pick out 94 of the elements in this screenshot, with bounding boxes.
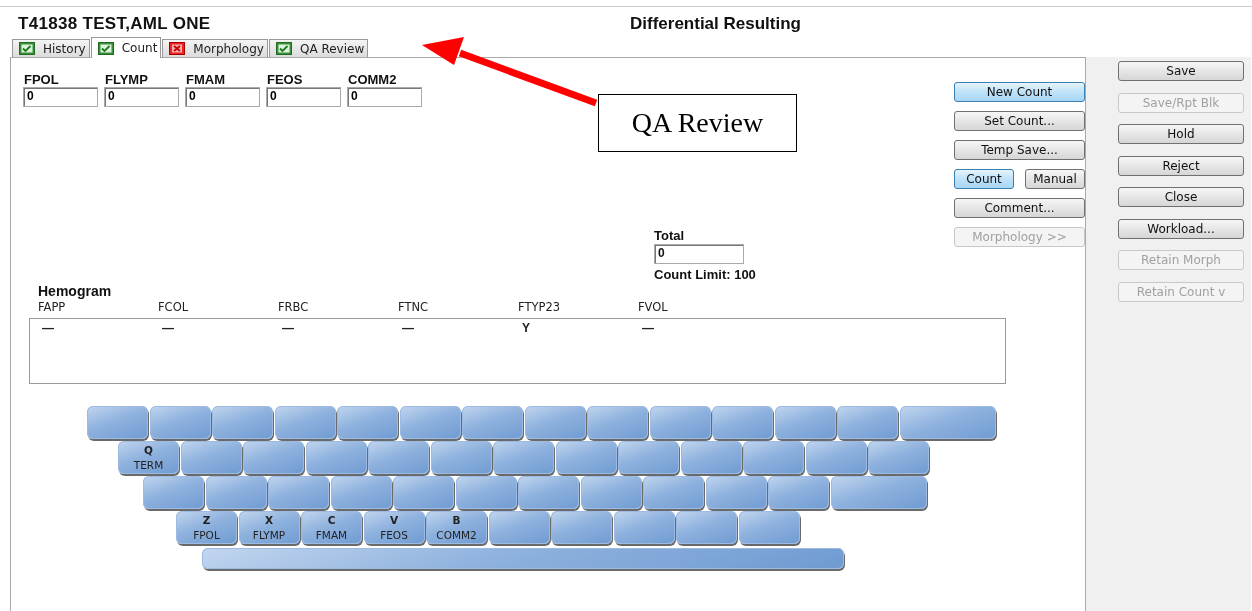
keyboard-key[interactable] xyxy=(587,406,648,439)
keyboard-key[interactable] xyxy=(337,406,398,439)
column-header: FTNC xyxy=(398,300,430,314)
keyboard-key[interactable] xyxy=(643,476,704,509)
keyboard-key[interactable] xyxy=(274,406,336,439)
keyboard-key[interactable]: Z FPOL xyxy=(176,511,237,544)
input-field[interactable]: 0 xyxy=(266,87,341,107)
action-button[interactable]: Comment... xyxy=(954,198,1085,218)
input-field[interactable]: 0 xyxy=(347,87,422,107)
keyboard-key[interactable] xyxy=(488,511,550,544)
action-button[interactable]: Manual xyxy=(1025,169,1085,189)
keyboard-key[interactable]: V FEOS xyxy=(363,511,425,544)
field-label: FEOS xyxy=(266,72,304,87)
keyboard-key[interactable] xyxy=(613,511,675,544)
keyboard-key[interactable] xyxy=(399,406,461,439)
result-value: Y xyxy=(521,321,530,335)
column-header: FVOL xyxy=(638,300,669,314)
field-label: FMAM xyxy=(185,72,226,87)
keyboard-key[interactable]: X FLYMP xyxy=(238,511,300,544)
keyboard-key[interactable] xyxy=(212,406,273,439)
action-button[interactable]: New Count xyxy=(954,82,1085,102)
result-value: — xyxy=(401,321,414,335)
side-button[interactable]: Close xyxy=(1118,187,1244,207)
keyboard-key[interactable] xyxy=(774,406,836,439)
keyboard-key[interactable] xyxy=(743,441,804,474)
tab[interactable]: QA Review xyxy=(268,39,369,57)
keyboard-key[interactable] xyxy=(430,441,492,474)
section-title: Hemogram xyxy=(38,283,112,299)
keyboard-key[interactable] xyxy=(805,441,867,474)
count-limit-label: Count Limit: 100 xyxy=(654,267,757,282)
action-button[interactable]: Set Count... xyxy=(954,111,1085,131)
keyboard-key[interactable] xyxy=(180,441,242,474)
keyboard-key[interactable] xyxy=(87,406,148,439)
keyboard-key[interactable] xyxy=(368,441,429,474)
window-title: Differential Resulting xyxy=(630,14,801,34)
input-field[interactable]: 0 xyxy=(185,87,260,107)
keyboard-key[interactable] xyxy=(330,476,392,509)
keyboard-key[interactable] xyxy=(149,406,211,439)
result-value: — xyxy=(161,321,174,335)
side-button[interactable]: Reject xyxy=(1118,155,1244,176)
keyboard-key[interactable] xyxy=(305,441,367,474)
column-header: FTYP23 xyxy=(518,300,562,314)
keyboard-key[interactable] xyxy=(205,476,267,509)
column-header: FCOL xyxy=(158,300,190,314)
tab[interactable]: Morphology xyxy=(162,39,268,57)
tab[interactable]: History xyxy=(12,39,90,57)
side-button[interactable]: Save xyxy=(1118,61,1244,81)
input-field[interactable]: 0 xyxy=(23,87,98,107)
keyboard-key[interactable] xyxy=(830,476,927,509)
space-key[interactable] xyxy=(202,548,844,569)
callout-label: QA Review xyxy=(598,94,797,152)
keyboard-key[interactable] xyxy=(524,406,586,439)
input-field[interactable]: 0 xyxy=(104,87,179,107)
keyboard-key[interactable] xyxy=(243,441,304,474)
keyboard-key[interactable] xyxy=(518,476,579,509)
keyboard-key[interactable] xyxy=(268,476,329,509)
patient-title: T41838 TEST,AML ONE xyxy=(18,14,211,34)
keyboard-key[interactable] xyxy=(868,441,929,474)
action-button[interactable]: Temp Save... xyxy=(954,140,1085,160)
keyboard-key[interactable] xyxy=(455,476,517,509)
keyboard-key[interactable] xyxy=(738,511,800,544)
field-label: COMM2 xyxy=(347,72,398,87)
side-button[interactable]: Workload... xyxy=(1118,218,1244,239)
keyboard-key[interactable] xyxy=(649,406,711,439)
keyboard-key[interactable] xyxy=(580,476,642,509)
keyboard-key[interactable] xyxy=(462,406,523,439)
result-value: — xyxy=(41,321,54,335)
keyboard-key[interactable] xyxy=(712,406,773,439)
column-header: FRBC xyxy=(278,300,310,314)
tab[interactable]: Count xyxy=(90,37,162,58)
result-value: — xyxy=(281,321,294,335)
keyboard-key[interactable] xyxy=(705,476,767,509)
column-header: FAPP xyxy=(38,300,67,314)
keyboard-key[interactable] xyxy=(551,511,612,544)
keyboard-key[interactable] xyxy=(618,441,679,474)
keyboard-key[interactable]: Q TERM xyxy=(118,441,179,474)
total-label: Total xyxy=(654,228,686,243)
keyboard-key[interactable] xyxy=(143,476,204,509)
total-field[interactable]: 0 xyxy=(654,244,744,264)
keyboard-key[interactable] xyxy=(393,476,454,509)
result-value: — xyxy=(641,321,654,335)
keyboard-key[interactable] xyxy=(680,441,742,474)
keyboard-key[interactable] xyxy=(555,441,617,474)
action-button[interactable]: Count xyxy=(954,169,1014,189)
keyboard-key[interactable] xyxy=(493,441,554,474)
keyboard-key[interactable] xyxy=(837,406,898,439)
side-button[interactable]: Hold xyxy=(1118,124,1244,144)
keyboard-key[interactable]: B COMM2 xyxy=(426,511,487,544)
keyboard-key[interactable] xyxy=(899,406,996,439)
field-label: FPOL xyxy=(23,72,60,87)
field-label: FLYMP xyxy=(104,72,149,87)
keyboard-key[interactable] xyxy=(676,511,737,544)
keyboard-key[interactable]: C FMAM xyxy=(301,511,362,544)
keyboard-key[interactable] xyxy=(768,476,829,509)
